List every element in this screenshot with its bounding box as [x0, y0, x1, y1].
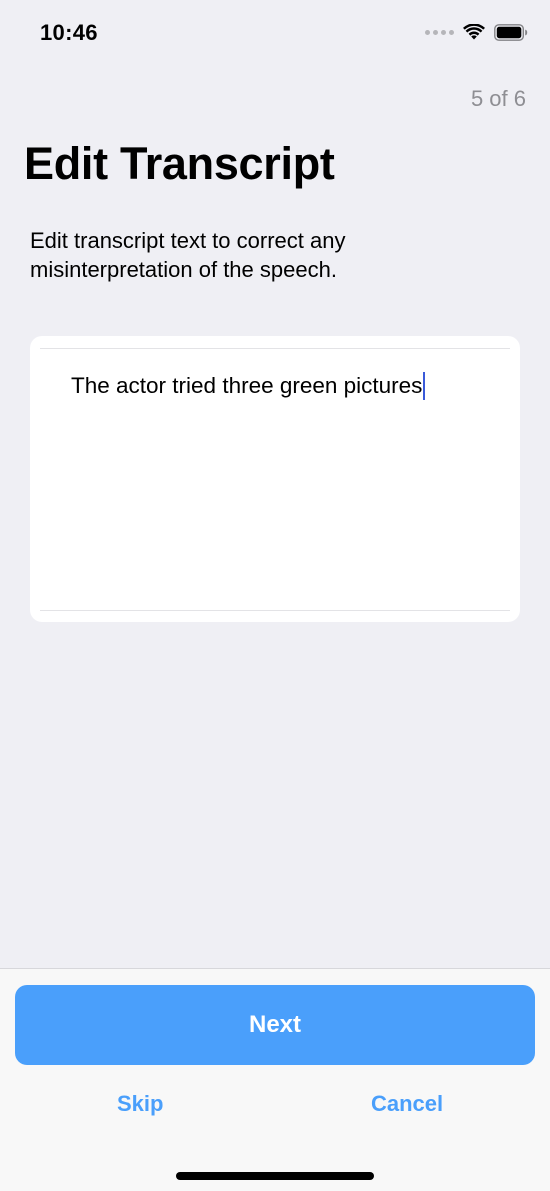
battery-icon	[494, 24, 528, 41]
step-counter: 5 of 6	[470, 86, 526, 111]
home-indicator[interactable]	[176, 1172, 374, 1180]
status-bar: 10:46	[0, 0, 550, 68]
transcript-editor[interactable]: The actor tried three green pictures	[30, 336, 520, 622]
page-title: Edit Transcript	[24, 138, 335, 189]
skip-button[interactable]: Skip	[117, 1091, 163, 1117]
transcript-text-field[interactable]: The actor tried three green pictures	[71, 372, 426, 400]
wifi-icon	[463, 24, 485, 40]
transcript-value: The actor tried three green pictures	[71, 373, 423, 398]
page-description: Edit transcript text to correct any misi…	[30, 228, 346, 282]
status-icons	[425, 24, 528, 41]
edit-transcript-screen: 10:46 5 of 6 Edit Transcript Edit transc…	[0, 0, 550, 1191]
footer-actions: Next Skip Cancel	[0, 968, 550, 1191]
status-time: 10:46	[40, 20, 98, 45]
editor-bottom-divider	[40, 610, 510, 611]
text-caret	[423, 372, 426, 400]
editor-top-divider	[40, 348, 510, 349]
cancel-button[interactable]: Cancel	[371, 1091, 443, 1117]
cellular-signal-icon	[425, 30, 454, 35]
next-button[interactable]: Next	[15, 985, 535, 1065]
